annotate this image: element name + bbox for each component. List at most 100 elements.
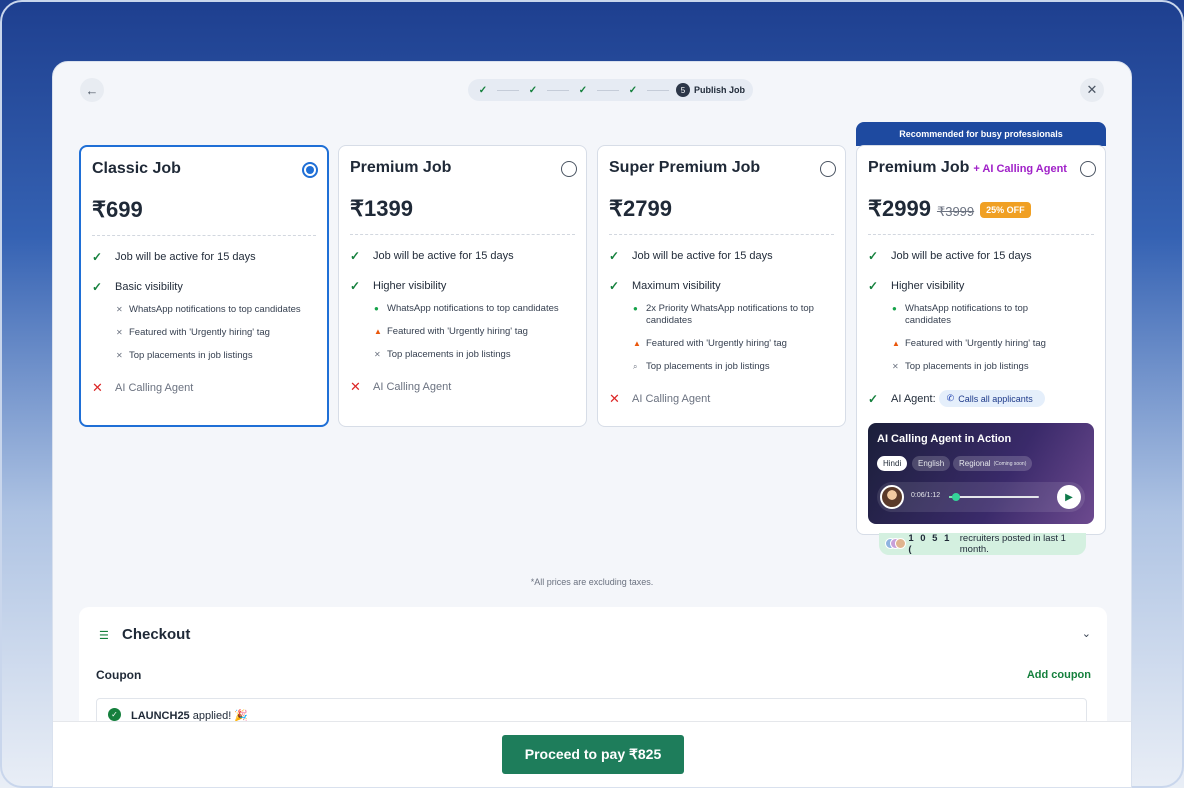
step-connector [597, 89, 619, 91]
step-connector [547, 89, 569, 91]
feature-ai-calling: ✕ AI Calling Agent [92, 380, 194, 395]
check-icon: ✓ [350, 249, 361, 263]
subfeature-top-placement: ✕ Top placements in job listings [892, 361, 1029, 372]
list-icon: ☰ [99, 630, 109, 642]
feature-visibility: ✓ Maximum visibility [609, 279, 721, 293]
check-icon: ✓ [628, 84, 638, 96]
footer-bar: Proceed to pay ₹825 [53, 721, 1131, 787]
plan-radio[interactable] [1080, 161, 1096, 177]
plan-price: ₹2799 [609, 196, 672, 221]
ai-demo-title: AI Calling Agent in Action [877, 433, 1012, 445]
publish-job-modal: ← ✕ ✓ ✓ ✓ ✓ 5 Publish Job Classic Job ₹6… [52, 61, 1132, 788]
search-icon: ⌕ [633, 362, 638, 371]
check-icon: ✓ [528, 84, 538, 96]
whatsapp-icon: ● [374, 304, 379, 313]
agent-avatar [880, 485, 904, 509]
plan-price: ₹699 [92, 197, 143, 222]
plan-title: Classic Job [92, 160, 181, 177]
audio-scrubber[interactable] [952, 493, 961, 501]
subfeature-whatsapp: ● WhatsApp notifications to top candidate… [892, 303, 1029, 326]
check-circle-icon: ✓ [108, 708, 121, 721]
subfeature-top-placement: ✕ Top placements in job listings [374, 349, 511, 360]
check-icon: ✓ [92, 250, 103, 264]
step-connector [647, 89, 669, 91]
fire-icon: ▲ [633, 339, 641, 348]
check-icon: ✓ [868, 249, 879, 263]
check-icon: ✓ [92, 280, 103, 294]
feature-visibility: ✓ Higher visibility [350, 279, 447, 293]
back-button[interactable]: ← [80, 78, 104, 102]
lang-tab-hindi[interactable]: Hindi [877, 456, 908, 471]
feature-ai-calling: ✕ AI Calling Agent [350, 379, 452, 394]
audio-player: 0:06/1:12 ▶ [877, 482, 1085, 512]
x-icon: ✕ [374, 350, 381, 359]
plan-price: ₹2999 ₹3999 25% OFF [868, 196, 1031, 222]
audio-progress[interactable] [949, 493, 1039, 501]
plan-title: Premium Job + AI Calling Agent [868, 159, 1067, 176]
current-step-number: 5 [676, 83, 690, 97]
plan-card-premium-ai[interactable]: Premium Job + AI Calling Agent ₹2999 ₹3999… [856, 145, 1106, 535]
close-button[interactable]: ✕ [1080, 78, 1104, 102]
add-coupon-link[interactable]: Add coupon [1027, 669, 1091, 681]
plan-radio-selected[interactable] [302, 162, 318, 178]
progress-stepper: ✓ ✓ ✓ ✓ 5 Publish Job [468, 79, 754, 101]
lang-tab-regional[interactable]: Regional (Coming soon) [953, 456, 1033, 471]
x-icon: ✕ [116, 305, 123, 314]
subfeature-urgent-tag: ▲ Featured with 'Urgently hiring' tag [374, 326, 528, 337]
calls-pill: ✆ Calls all applicants [938, 390, 1045, 407]
recommended-banner: Recommended for busy professionals [856, 122, 1106, 146]
play-button[interactable]: ▶ [1057, 485, 1081, 509]
subfeature-whatsapp: ✕ WhatsApp notifications to top candidate… [116, 304, 301, 315]
check-icon: ✓ [350, 279, 361, 293]
discount-badge: 25% OFF [980, 202, 1031, 219]
lang-tab-english[interactable]: English [912, 456, 951, 471]
plan-radio[interactable] [561, 161, 577, 177]
old-price: ₹3999 [936, 204, 975, 219]
plan-card-super-premium[interactable]: Super Premium Job ₹2799 ✓ Job will be act… [597, 145, 846, 427]
plan-title: Premium Job [350, 159, 452, 176]
social-proof-strip: 1 0 5 1 ( recruiters posted in last 1 mo… [879, 533, 1086, 555]
whatsapp-icon: ● [633, 304, 638, 313]
x-icon: ✕ [116, 351, 123, 360]
plan-radio[interactable] [820, 161, 836, 177]
feature-active-days: ✓ Job will be active for 15 days [92, 250, 256, 264]
social-proof-text: recruiters posted in last 1 month. [959, 533, 1066, 555]
recruiter-count: 1 0 5 1 ( [908, 533, 952, 555]
ai-demo-panel: AI Calling Agent in Action Hindi English… [868, 423, 1094, 524]
plan-card-premium[interactable]: Premium Job ₹1399 ✓ Job will be active fo… [338, 145, 587, 427]
x-icon: ✕ [350, 379, 361, 394]
feature-ai-agent: ✓ AI Agent: ✆ Calls all applicants [868, 390, 1045, 407]
plan-card-classic[interactable]: Classic Job ₹699 ✓ Job will be active for… [79, 145, 329, 427]
divider [868, 234, 1094, 235]
audio-time: 0:06/1:12 [911, 492, 941, 499]
tax-note: *All prices are excluding taxes. [530, 577, 654, 587]
subfeature-urgent-tag: ✕ Featured with 'Urgently hiring' tag [116, 327, 270, 338]
x-icon: ✕ [609, 391, 620, 406]
phone-icon: ✆ [946, 393, 955, 403]
chevron-down-icon[interactable]: ⌄ [1082, 627, 1091, 640]
feature-visibility: ✓ Higher visibility [868, 279, 965, 293]
proceed-to-pay-button[interactable]: Proceed to pay ₹825 [502, 735, 684, 774]
plan-title: Super Premium Job [609, 159, 761, 176]
check-icon: ✓ [478, 84, 488, 96]
x-icon: ✕ [92, 380, 103, 395]
check-icon: ✓ [578, 84, 588, 96]
checkout-title: Checkout [122, 626, 191, 643]
subfeature-urgent-tag: ▲ Featured with 'Urgently hiring' tag [633, 338, 787, 349]
close-icon: ✕ [1086, 82, 1098, 97]
check-icon: ✓ [868, 391, 879, 406]
play-icon: ▶ [1065, 491, 1073, 503]
fire-icon: ▲ [374, 327, 382, 336]
divider [350, 234, 575, 235]
subfeature-whatsapp: ● WhatsApp notifications to top candidate… [374, 303, 559, 314]
subfeature-top-placement: ⌕ Top placements in job listings [633, 361, 770, 372]
divider [609, 234, 834, 235]
feature-ai-calling: ✕ AI Calling Agent [609, 391, 711, 406]
whatsapp-icon: ● [892, 304, 897, 313]
plan-price: ₹1399 [350, 196, 413, 221]
arrow-left-icon: ← [85, 82, 99, 98]
ai-addon-tag: + AI Calling Agent [973, 163, 1067, 175]
feature-active-days: ✓ Job will be active for 15 days [350, 249, 514, 263]
subfeature-top-placement: ✕ Top placements in job listings [116, 350, 253, 361]
feature-visibility: ✓ Basic visibility [92, 280, 183, 294]
